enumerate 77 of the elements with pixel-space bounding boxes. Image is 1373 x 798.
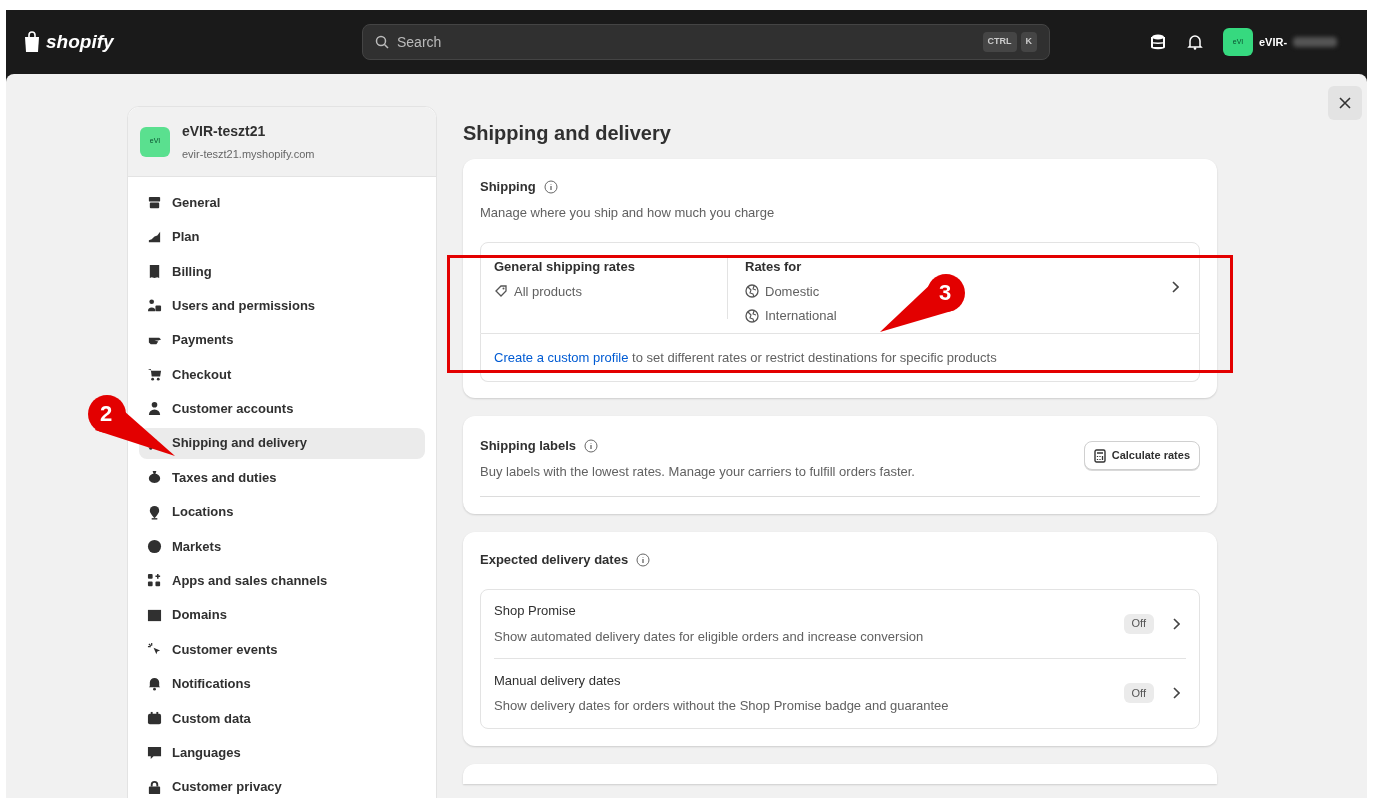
search-bar[interactable]: Search CTRL K xyxy=(362,24,1050,60)
users-icon xyxy=(147,298,162,314)
shopify-logo-text[interactable]: shopify xyxy=(46,27,114,57)
person-icon xyxy=(147,401,162,417)
notification-bell-icon[interactable] xyxy=(1187,34,1203,50)
sidebar-item[interactable]: General xyxy=(139,187,425,218)
money-bag-icon xyxy=(147,470,162,486)
sidebar-item[interactable]: Checkout xyxy=(139,358,425,390)
sidebar-item[interactable]: Customer accounts xyxy=(139,393,425,425)
keyboard-key: K xyxy=(1020,32,1037,52)
sidebar-item[interactable]: Domains xyxy=(139,599,425,631)
sidebar-item[interactable]: Markets xyxy=(139,530,425,562)
store-name: eVIR-teszt21 xyxy=(182,121,267,141)
store-icon xyxy=(147,195,162,210)
sidebar-item[interactable]: Customer events xyxy=(139,634,425,666)
speech-bubble-icon xyxy=(147,745,162,761)
page-title: Shipping and delivery xyxy=(463,121,672,146)
store-domain: evir-teszt21.myshopify.com xyxy=(182,146,315,162)
callout-number: 2 xyxy=(100,403,113,425)
sidebar-item[interactable]: Notifications xyxy=(139,668,425,700)
sidebar-item[interactable]: Locations xyxy=(139,496,425,528)
close-icon xyxy=(1339,97,1351,109)
sidebar-item[interactable]: Custom data xyxy=(139,702,425,734)
sidebar-item[interactable]: Users and permissions xyxy=(139,290,425,322)
database-icon[interactable] xyxy=(1149,33,1167,51)
lock-icon xyxy=(147,779,162,795)
chevron-right-icon xyxy=(1172,617,1180,630)
info-icon[interactable] xyxy=(543,179,558,194)
sidebar-item[interactable]: Billing xyxy=(139,255,425,287)
close-button[interactable] xyxy=(1328,86,1362,120)
rates-label: Rates for xyxy=(745,258,803,276)
status-badge: Off xyxy=(1123,683,1154,703)
section-description: Buy labels with the lowest rates. Manage your carriers to fulfill orders faster. xyxy=(480,462,916,481)
sidebar-item[interactable]: Customer privacy xyxy=(139,771,425,798)
products-label: All products xyxy=(514,282,582,301)
shopify-bag-icon xyxy=(22,31,42,53)
chevron-right-icon xyxy=(1171,281,1179,293)
option-description: Show delivery dates for orders without the Shop Promise badge and guarantee xyxy=(494,697,950,715)
calculator-icon xyxy=(1093,448,1106,463)
sidebar-item[interactable]: Shipping and delivery xyxy=(139,427,425,459)
section-title: Expected delivery dates xyxy=(480,551,629,569)
info-icon[interactable] xyxy=(584,438,599,453)
apps-grid-icon xyxy=(147,573,162,589)
tag-icon xyxy=(494,284,508,299)
info-icon[interactable] xyxy=(636,552,651,567)
bell-icon xyxy=(147,676,162,692)
sidebar-item[interactable]: Payments xyxy=(139,324,425,356)
blurred-text xyxy=(1293,37,1338,47)
zone-label: International xyxy=(765,307,837,325)
receipt-icon xyxy=(147,263,162,279)
option-title: Shop Promise xyxy=(494,602,577,620)
search-icon xyxy=(375,35,389,49)
option-description: Show automated delivery dates for eligible orders and increase conversion xyxy=(494,627,925,646)
sidebar-item[interactable]: Taxes and duties xyxy=(139,462,425,494)
section-title: Shipping xyxy=(480,178,536,196)
search-field[interactable]: Search xyxy=(397,31,975,53)
profile-title: General shipping rates xyxy=(494,258,636,276)
calculate-rates-button[interactable]: Calculate rates xyxy=(1083,441,1200,470)
status-badge: Off xyxy=(1123,613,1154,634)
calendar-icon xyxy=(147,710,162,726)
delivery-option-row[interactable]: Manual delivery dates Show delivery dates for orders without the Shop Promise badge and guarantee Off xyxy=(494,658,1186,728)
callout-number: 3 xyxy=(939,282,952,304)
sidebar-item[interactable]: Apps and sales channels xyxy=(139,565,425,597)
section-title: Shipping labels xyxy=(480,437,577,455)
cart-icon xyxy=(147,366,162,382)
delivery-option-row[interactable]: Shop Promise Show automated delivery dates for eligible orders and increase conversion Off xyxy=(494,589,1186,659)
option-title: Manual delivery dates xyxy=(494,671,622,690)
sidebar-item[interactable]: Languages xyxy=(139,737,425,769)
user-name[interactable]: eVIR- xyxy=(1259,33,1288,51)
custom-profile-link[interactable]: Create a custom profile xyxy=(494,349,629,365)
zone-label: Domestic xyxy=(765,282,820,301)
chevron-right-icon xyxy=(1172,687,1180,699)
sidebar-item[interactable]: Plan xyxy=(139,221,425,253)
keyboard-key: CTRL xyxy=(982,32,1017,52)
location-pin-icon xyxy=(147,504,162,520)
custom-profile-note: Create a custom profile to set different rates or restrict destinations for specific products xyxy=(494,348,997,367)
section-description: Manage where you ship and how much you charge xyxy=(480,203,776,222)
